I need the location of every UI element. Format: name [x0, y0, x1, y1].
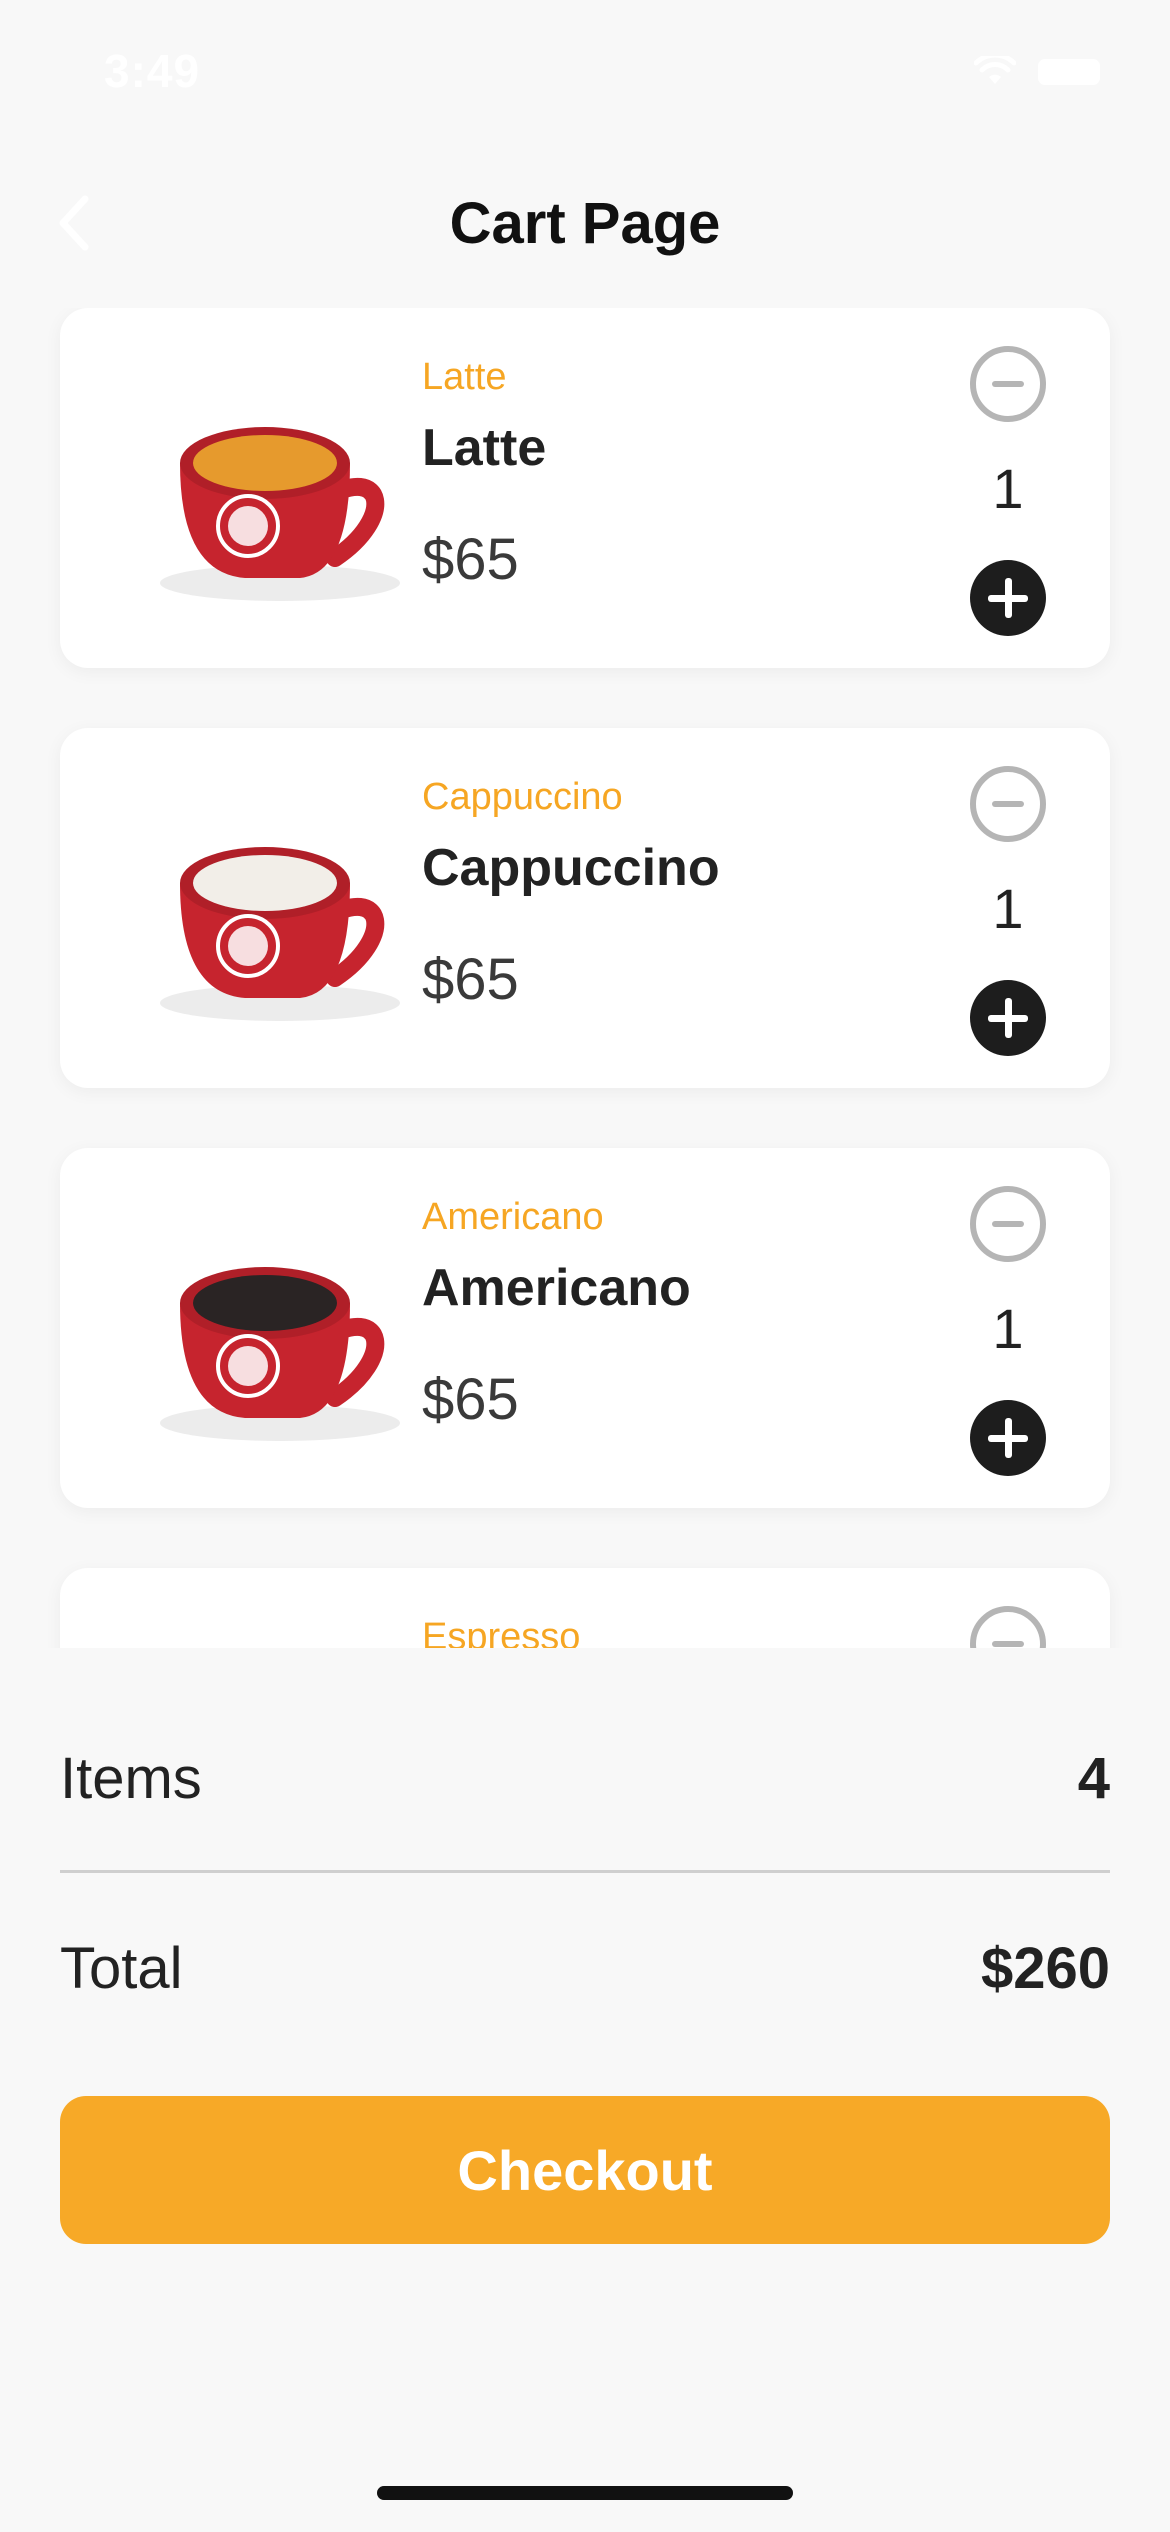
coffee-surface: [193, 435, 337, 491]
decrease-quantity-button[interactable]: [970, 1186, 1046, 1262]
item-price: $65: [422, 527, 519, 592]
decrease-quantity-button[interactable]: [970, 346, 1046, 422]
item-category: Cappuccino: [422, 776, 623, 818]
page-title: Cart Page: [449, 191, 721, 256]
home-indicator: [377, 2486, 793, 2500]
items-summary-row: Items 4: [60, 1738, 1110, 1818]
increase-quantity-button[interactable]: [970, 560, 1046, 636]
items-label: Items: [60, 1745, 202, 1811]
wifi-icon: [974, 56, 1016, 84]
item-name: Latte: [422, 419, 547, 477]
decrease-quantity-button[interactable]: [970, 1606, 1046, 1648]
status-icons: [974, 56, 1100, 88]
item-category: Latte: [422, 356, 507, 398]
increase-quantity-button[interactable]: [970, 980, 1046, 1056]
item-name: Americano: [422, 1259, 691, 1317]
increase-quantity-button[interactable]: [970, 1400, 1046, 1476]
battery-icon: [1038, 59, 1100, 85]
total-summary-row: Total $260: [60, 1928, 1110, 2008]
navigation-bar: Cart Page: [0, 170, 1170, 280]
coffee-cup-image: [130, 368, 450, 618]
total-label: Total: [60, 1935, 183, 2001]
cart-item[interactable]: Americano Americano $65 1: [60, 1148, 1110, 1508]
coffee-cup-image: [130, 1208, 450, 1458]
item-price: $65: [422, 1367, 519, 1432]
quantity-value: 1: [992, 1297, 1024, 1360]
status-time: 3:49: [104, 45, 201, 97]
quantity-value: 1: [992, 457, 1024, 520]
cart-item[interactable]: Espresso: [60, 1568, 1110, 1648]
item-category: Americano: [422, 1196, 604, 1238]
cart-item[interactable]: Cappuccino Cappuccino $65 1: [60, 728, 1110, 1088]
coffee-surface: [193, 1275, 337, 1331]
checkout-button[interactable]: Checkout: [60, 2096, 1110, 2244]
quantity-value: 1: [992, 877, 1024, 940]
decrease-quantity-button[interactable]: [970, 766, 1046, 842]
cart-screen: 3:49 Cart Page Latte Latte $65 1 Cappucc…: [0, 0, 1170, 2532]
total-amount: $260: [980, 1935, 1110, 2001]
items-count: 4: [1077, 1745, 1110, 1811]
coffee-surface: [193, 855, 337, 911]
cart-item[interactable]: Latte Latte $65 1: [60, 308, 1110, 668]
coffee-cup-image: [130, 788, 450, 1038]
item-category: Espresso: [422, 1616, 581, 1648]
item-price: $65: [422, 947, 519, 1012]
item-name: Cappuccino: [422, 839, 720, 897]
cart-list[interactable]: Latte Latte $65 1 Cappuccino Cappuccino …: [0, 308, 1170, 1648]
summary-divider: [60, 1870, 1110, 1873]
status-bar: 3:49: [0, 0, 1170, 140]
